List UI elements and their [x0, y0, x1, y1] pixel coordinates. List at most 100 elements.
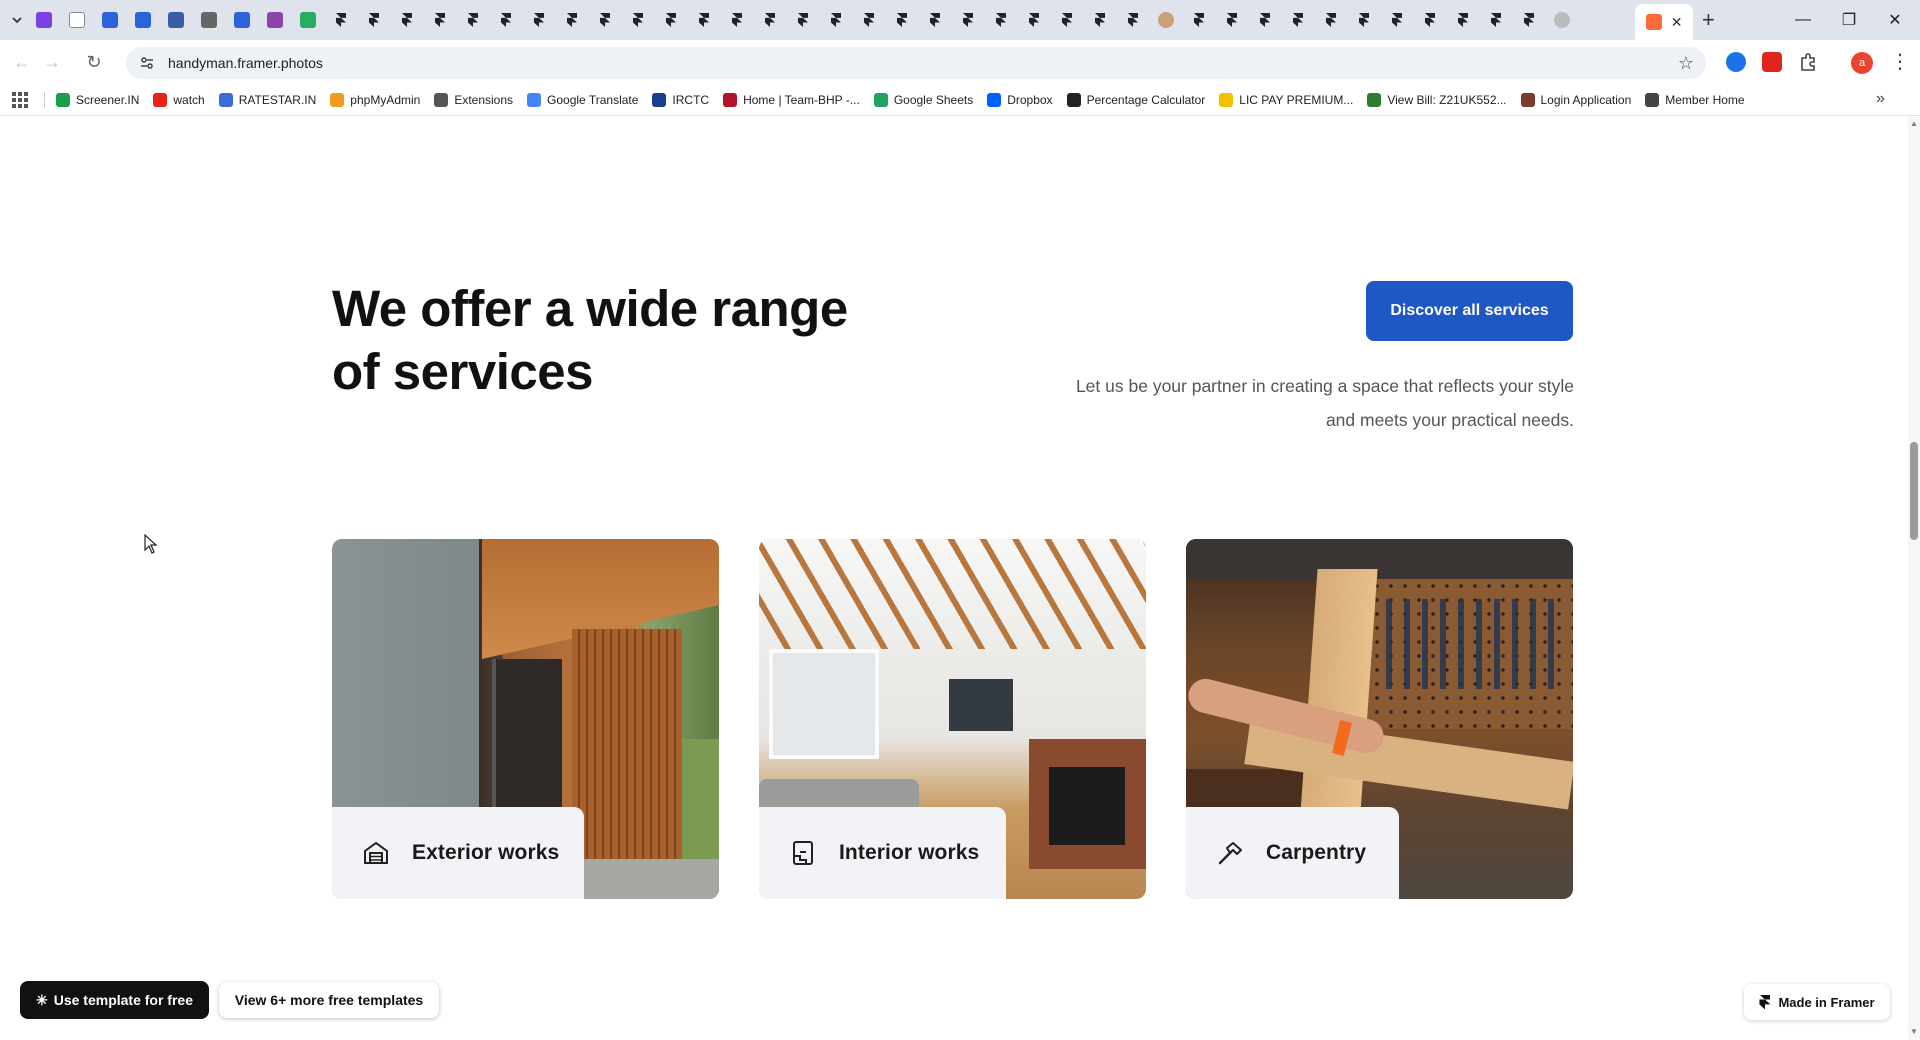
framer-tab-favicon[interactable] [465, 12, 481, 28]
made-in-framer-badge[interactable]: Made in Framer [1744, 984, 1890, 1020]
bookmark-item[interactable]: RATESTAR.IN [218, 93, 316, 107]
bookmark-star-icon[interactable]: ☆ [1678, 53, 1694, 74]
framer-tab-favicon[interactable] [861, 12, 877, 28]
bookmark-item[interactable]: Extensions [434, 93, 513, 107]
reload-button[interactable]: ↻ [80, 48, 108, 76]
framer-tab-favicon[interactable] [927, 12, 943, 28]
framer-tab-favicon[interactable] [1059, 12, 1075, 28]
active-tab[interactable]: ✕ [1635, 4, 1693, 40]
framer-tab-favicon[interactable] [1290, 12, 1306, 28]
bookmark-item[interactable]: LIC PAY PREMIUM... [1219, 93, 1353, 107]
tab-favicon[interactable] [1158, 12, 1174, 28]
apps-grid-icon[interactable] [12, 92, 28, 108]
tab-search-dropdown[interactable] [0, 0, 34, 40]
profile-avatar[interactable]: a [1851, 52, 1873, 74]
close-window-button[interactable]: ✕ [1872, 0, 1918, 40]
bookmark-item[interactable]: Login Application [1520, 93, 1631, 107]
forward-button[interactable]: → [38, 48, 66, 76]
framer-tab-favicon[interactable] [828, 12, 844, 28]
framer-tab-favicon[interactable] [960, 12, 976, 28]
tab-favicon[interactable] [201, 12, 217, 28]
bookmark-item[interactable]: Google Sheets [873, 93, 973, 107]
tab-favicon[interactable] [300, 12, 316, 28]
framer-tab-favicon[interactable] [564, 12, 580, 28]
tab-favicon[interactable] [267, 12, 283, 28]
framer-tab-favicon[interactable] [399, 12, 415, 28]
bookmark-item[interactable]: View Bill: Z21UK552... [1367, 93, 1507, 107]
framer-tab-favicon[interactable] [1488, 12, 1504, 28]
bookmark-item[interactable]: Google Translate [527, 93, 638, 107]
framer-tab-favicon[interactable] [597, 12, 613, 28]
bookmark-item[interactable]: Home | Team-BHP -... [723, 93, 860, 107]
sparkle-icon: ✳ [35, 991, 48, 1008]
scrollbar-thumb[interactable] [1910, 442, 1918, 540]
framer-tab-favicon[interactable] [1191, 12, 1207, 28]
bookmark-label: Google Translate [547, 93, 639, 107]
bookmark-label: IRCTC [672, 93, 710, 107]
framer-tab-favicon[interactable] [1356, 12, 1372, 28]
minimize-button[interactable]: — [1780, 0, 1826, 40]
framer-tab-favicon[interactable] [696, 12, 712, 28]
framer-tab-favicon[interactable] [1422, 12, 1438, 28]
bookmark-item[interactable]: watch [153, 93, 205, 107]
framer-tab-favicon[interactable] [1455, 12, 1471, 28]
service-card-carpentry[interactable]: Carpentry [1186, 539, 1573, 899]
framer-tab-favicon[interactable] [1092, 12, 1108, 28]
framer-tab-favicon[interactable] [498, 12, 514, 28]
tab-favicon[interactable] [69, 12, 85, 28]
close-tab-icon[interactable]: ✕ [1671, 14, 1683, 31]
framer-tab-favicon[interactable] [795, 12, 811, 28]
bookmark-item[interactable]: phpMyAdmin [330, 93, 420, 107]
framer-tab-favicon[interactable] [993, 12, 1009, 28]
tab-favicon[interactable] [168, 12, 184, 28]
framer-tab-favicon[interactable] [663, 12, 679, 28]
framer-tab-favicon[interactable] [366, 12, 382, 28]
extension-icon[interactable] [1726, 52, 1746, 72]
framer-tab-favicon[interactable] [1026, 12, 1042, 28]
scroll-up-arrow-icon[interactable]: ▲ [1910, 119, 1918, 128]
new-tab-button[interactable]: + [1702, 7, 1715, 33]
bookmark-item[interactable]: Percentage Calculator [1066, 93, 1205, 107]
view-more-templates-button[interactable]: View 6+ more free templates [219, 982, 439, 1018]
framer-tab-favicon[interactable] [1521, 12, 1537, 28]
browser-menu-icon[interactable]: ⋮ [1890, 49, 1910, 74]
framer-tab-favicon[interactable] [1389, 12, 1405, 28]
scroll-down-arrow-icon[interactable]: ▼ [1910, 1027, 1918, 1036]
bookmark-item[interactable]: Dropbox [987, 93, 1053, 107]
framer-tab-favicon[interactable] [1224, 12, 1240, 28]
bookmark-item[interactable]: Member Home [1645, 93, 1745, 107]
url-text[interactable]: handyman.framer.photos [168, 55, 323, 71]
framer-tab-favicon[interactable] [333, 12, 349, 28]
framer-tab-favicon[interactable] [630, 12, 646, 28]
framer-tab-favicon[interactable] [531, 12, 547, 28]
framer-tab-favicon[interactable] [762, 12, 778, 28]
more-bookmarks-icon[interactable]: » [1876, 90, 1885, 108]
framer-tab-favicon[interactable] [1257, 12, 1273, 28]
site-info-icon[interactable] [132, 55, 162, 71]
address-bar[interactable]: handyman.framer.photos ☆ [126, 47, 1706, 79]
tab-favicon[interactable] [135, 12, 151, 28]
service-card-interior[interactable]: Interior works [759, 539, 1146, 899]
framer-tab-favicon[interactable] [729, 12, 745, 28]
service-card-exterior[interactable]: Exterior works [332, 539, 719, 899]
framer-tab-favicon[interactable] [1323, 12, 1339, 28]
tab-favicon[interactable] [1554, 12, 1570, 28]
extension-icon[interactable] [1762, 52, 1782, 72]
use-template-button[interactable]: ✳ Use template for free [20, 981, 209, 1019]
login-icon [1520, 93, 1535, 107]
tab-favicon[interactable] [234, 12, 250, 28]
page-scrollbar[interactable]: ▲ ▼ [1908, 117, 1920, 1040]
discover-all-services-button[interactable]: Discover all services [1366, 281, 1573, 341]
bookmark-item[interactable]: Screener.IN [56, 93, 139, 107]
framer-tab-favicon[interactable] [432, 12, 448, 28]
extensions-puzzle-icon[interactable] [1798, 52, 1818, 72]
framer-tab-favicon[interactable] [1125, 12, 1141, 28]
section-tagline: Let us be your partner in creating a spa… [1075, 376, 1574, 430]
tab-favicon[interactable] [102, 12, 118, 28]
tab-favicon[interactable] [36, 12, 52, 28]
framer-tab-favicon[interactable] [894, 12, 910, 28]
restore-button[interactable]: ❐ [1826, 0, 1872, 40]
bookmark-label: Home | Team-BHP -... [743, 93, 860, 107]
bookmark-item[interactable]: IRCTC [652, 93, 709, 107]
back-button[interactable]: ← [8, 48, 36, 76]
